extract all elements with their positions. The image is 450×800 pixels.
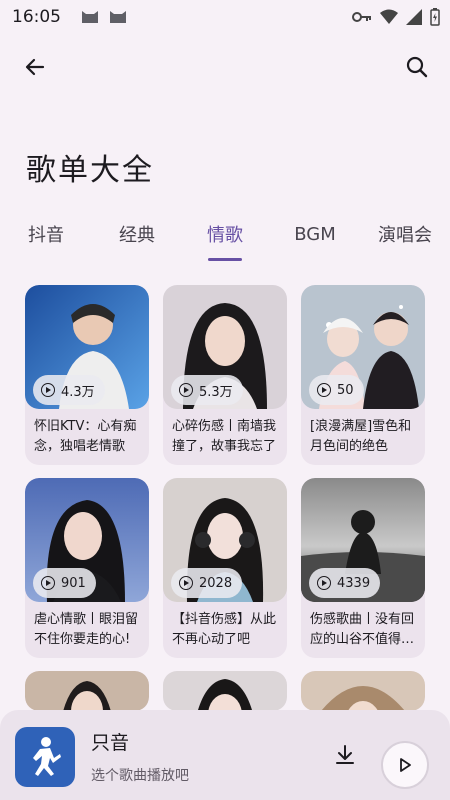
tab-indicator <box>208 258 242 261</box>
signal-icon <box>406 9 422 25</box>
playlist-title: [浪漫满屋]雪色和月色间的绝色 <box>310 419 412 454</box>
play-button[interactable] <box>381 741 429 789</box>
vpn-key-icon <box>352 12 371 22</box>
play-count-badge: 50 <box>309 375 364 405</box>
play-count: 2028 <box>199 575 233 591</box>
tab-douyin[interactable]: 抖音 <box>24 212 68 256</box>
download-icon <box>336 745 354 764</box>
playlist-card[interactable] <box>301 671 425 711</box>
cat-notification-icon <box>110 11 126 23</box>
play-circle-icon <box>41 383 55 397</box>
playlist-cover <box>163 671 287 711</box>
wifi-icon <box>380 9 398 24</box>
status-time: 16:05 <box>12 7 61 27</box>
play-circle-icon <box>179 383 193 397</box>
tab-bgm[interactable]: BGM <box>292 212 338 256</box>
tab-concert[interactable]: 演唱会 <box>377 212 433 256</box>
playlist-title: 【抖音伤感】从此不再心动了吧 <box>172 612 277 647</box>
battery-icon <box>430 8 440 26</box>
play-circle-icon <box>179 576 193 590</box>
player-app-name: 只音 <box>91 732 130 754</box>
cat-notification-icon <box>82 11 98 23</box>
play-count: 5.3万 <box>199 384 233 400</box>
playlist-card[interactable]: 4339 伤感歌曲丨没有回应的山谷不值得… <box>301 478 425 658</box>
playlist-title: 虐心情歌丨眼泪留不住你要走的心! <box>34 612 139 647</box>
playlist-title: 伤感歌曲丨没有回应的山谷不值得… <box>310 612 415 647</box>
arrow-back-icon <box>25 58 45 76</box>
category-tabs: 抖音 经典 情歌 BGM 演唱会 <box>0 212 450 262</box>
playlist-cover <box>301 671 425 711</box>
tab-classic[interactable]: 经典 <box>115 212 159 256</box>
playlist-card[interactable]: 5.3万 心碎伤感丨南墙我撞了，故事我忘了 <box>163 285 287 465</box>
top-app-bar <box>0 44 450 88</box>
status-bar: 16:05 <box>0 0 450 34</box>
playlist-card[interactable]: 50 [浪漫满屋]雪色和月色间的绝色 <box>301 285 425 465</box>
play-icon <box>400 758 411 772</box>
player-cover <box>15 727 75 787</box>
playlist-card[interactable] <box>25 671 149 711</box>
play-count-badge: 2028 <box>171 568 243 598</box>
tab-love-songs[interactable]: 情歌 <box>203 212 247 256</box>
play-circle-icon <box>317 576 331 590</box>
download-button[interactable] <box>330 740 360 770</box>
dancer-logo-icon <box>33 737 61 776</box>
play-circle-icon <box>41 576 55 590</box>
play-count: 901 <box>61 575 86 591</box>
play-count-badge: 5.3万 <box>171 375 243 405</box>
playlist-card[interactable]: 2028 【抖音伤感】从此不再心动了吧 <box>163 478 287 658</box>
play-count: 4339 <box>337 575 371 591</box>
page-title: 歌单大全 <box>26 153 154 188</box>
playlist-card[interactable]: 901 虐心情歌丨眼泪留不住你要走的心! <box>25 478 149 658</box>
play-circle-icon <box>317 383 331 397</box>
play-count-badge: 4339 <box>309 568 381 598</box>
play-count-badge: 4.3万 <box>33 375 105 405</box>
play-count: 4.3万 <box>61 384 95 400</box>
playlist-card[interactable] <box>163 671 287 711</box>
playlist-title: 怀旧KTV：心有痴念，独唱老情歌 <box>34 419 137 454</box>
search-button[interactable] <box>400 50 434 84</box>
player-subtitle: 选个歌曲播放吧 <box>91 768 189 784</box>
playlist-card[interactable]: 4.3万 怀旧KTV：心有痴念，独唱老情歌 <box>25 285 149 465</box>
play-count-badge: 901 <box>33 568 96 598</box>
back-button[interactable] <box>18 50 52 84</box>
playlist-title: 心碎伤感丨南墙我撞了，故事我忘了 <box>172 419 277 454</box>
mini-player[interactable]: 只音 选个歌曲播放吧 <box>0 710 450 800</box>
play-count: 50 <box>337 382 354 398</box>
search-icon <box>406 56 428 78</box>
playlist-cover <box>25 671 149 711</box>
